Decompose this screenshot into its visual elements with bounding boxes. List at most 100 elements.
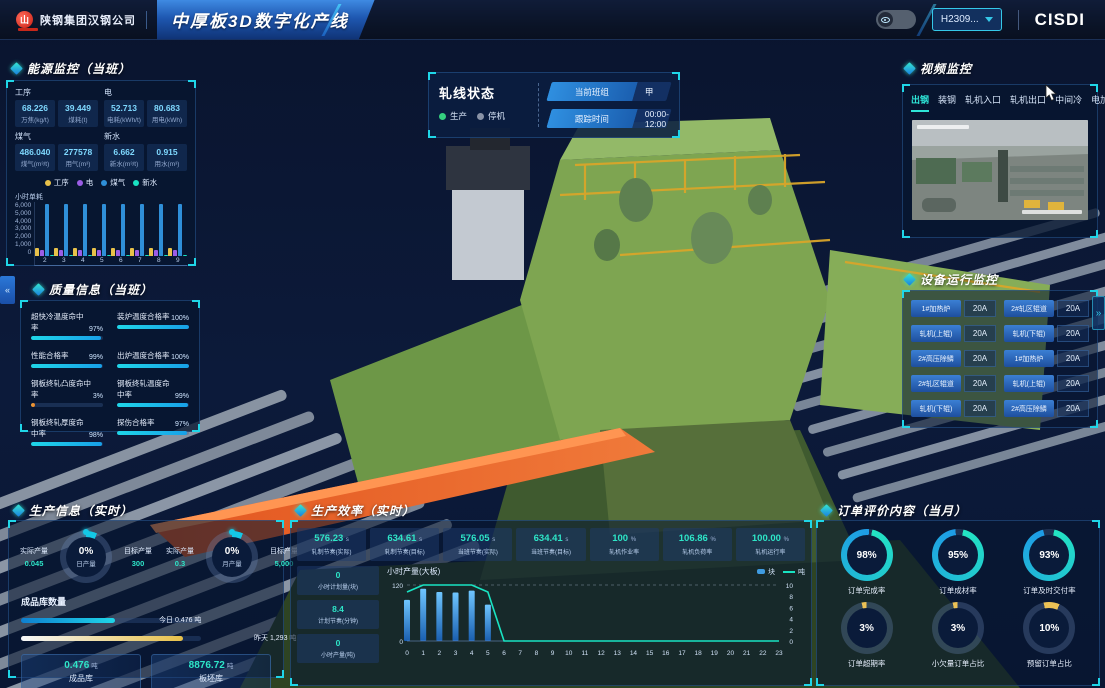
bar-group: 7	[130, 202, 149, 265]
device-current-value: 20A	[1057, 325, 1089, 342]
output-chart: 0123456789101112131415161718192021222312…	[387, 577, 805, 673]
device-name-chip[interactable]: 轧机(上辊)	[1004, 375, 1054, 392]
corner-decoration	[1090, 420, 1098, 428]
side-stat-card: 0小时产量(吨)	[297, 634, 379, 663]
tab-camera-5[interactable]: 电加热	[1091, 93, 1105, 112]
device-panel: 1#加热炉20A 2#轧区辊道20A 轧机(上辊)20A 轧机(下辊)20A 2…	[902, 290, 1098, 428]
tab-camera-2[interactable]: 轧机入口	[965, 93, 1001, 112]
video-still	[912, 120, 1088, 220]
corner-decoration	[290, 678, 298, 686]
green-dot-icon	[439, 113, 446, 120]
energy-cell: 486.040煤气(m³/t)	[15, 144, 55, 171]
device-name-chip[interactable]: 2#高压除鳞	[911, 350, 961, 367]
heat-number-dropdown[interactable]: H2309...	[932, 8, 1002, 31]
efficiency-stat-card: 576.05 s当班节奏(实际)	[443, 528, 512, 561]
corner-decoration	[188, 258, 196, 266]
order-gauge: 10% 预留订单占比	[1006, 602, 1093, 669]
bar-煤气	[140, 204, 144, 256]
axis-tick: 8	[535, 650, 539, 657]
quality-item: 性能合格率99%	[31, 350, 103, 368]
device-row: 轧机(下辊)20A	[911, 400, 996, 417]
device-name-chip[interactable]: 2#轧区辊道	[911, 375, 961, 392]
collapse-panel-button[interactable]: «	[0, 276, 15, 304]
bar-电	[116, 250, 120, 256]
company-name: 陕钢集团汉钢公司	[40, 12, 136, 28]
diamond-icon	[12, 504, 25, 517]
legend-dot-icon	[101, 180, 107, 186]
corner-decoration	[1090, 84, 1098, 92]
energy-cell: 39.449煤耗(t)	[58, 100, 98, 127]
corner-decoration	[1092, 678, 1100, 686]
corner-decoration	[6, 258, 14, 266]
axis-tick: 10	[565, 650, 573, 657]
diamond-icon	[903, 62, 916, 75]
device-name-chip[interactable]: 2#轧区辊道	[1004, 300, 1054, 317]
energy-group: 工序 68.226万焦(kg/t) 39.449煤耗(t)	[15, 87, 98, 127]
energy-chart-ylabel: 小时单耗	[15, 192, 195, 202]
orders-panel: 98% 订单完成率 95% 订单成材率 93% 订单及时交付率 3% 订单超期率…	[816, 520, 1100, 686]
camera-video-feed[interactable]	[912, 120, 1088, 220]
slab-stock-card: 8876.72吨 板坯库	[151, 654, 271, 688]
bar	[420, 589, 426, 641]
axis-tick: 12	[597, 650, 605, 657]
bar-电	[135, 250, 139, 256]
tab-camera-4[interactable]: 中间冷	[1055, 93, 1082, 112]
corner-decoration	[20, 424, 28, 432]
header-divider	[1018, 10, 1019, 30]
energy-panel: 工序 68.226万焦(kg/t) 39.449煤耗(t) 电 52.713电耗…	[6, 80, 196, 266]
mouse-cursor	[1045, 84, 1059, 102]
axis-tick: 5	[486, 650, 490, 657]
legend-dot-icon	[77, 180, 83, 186]
axis-tick: 0	[789, 639, 793, 646]
legend-item: 煤气	[101, 177, 125, 188]
bar-电	[78, 250, 82, 256]
corner-decoration	[804, 678, 812, 686]
production-panel: 实际产量0.045 0%日产量 目标产量300 实际产量0.3 0%月产量 目标…	[8, 520, 284, 678]
device-row: 轧机(上辊)20A	[1004, 375, 1089, 392]
device-name-chip[interactable]: 1#加热炉	[1004, 350, 1054, 367]
legend-dot-icon	[45, 180, 51, 186]
tab-camera-1[interactable]: 装钢	[938, 93, 956, 112]
device-name-chip[interactable]: 2#高压除鳞	[1004, 400, 1054, 417]
expand-panel-button[interactable]: »	[1092, 296, 1105, 330]
legend-item: 吨	[783, 567, 805, 577]
device-name-chip[interactable]: 轧机(下辊)	[1004, 325, 1054, 342]
axis-tick: 5,000	[15, 210, 31, 217]
bar-电	[97, 250, 101, 256]
video-panel: 出钢 装钢 轧机入口 轧机出口 中间冷 电加热	[902, 84, 1098, 238]
company-logo-box: 山 陕钢集团汉钢公司	[0, 11, 136, 28]
device-name-chip[interactable]: 轧机(下辊)	[911, 400, 961, 417]
axis-tick: 4,000	[15, 218, 31, 225]
device-current-value: 20A	[964, 300, 996, 317]
efficiency-stat-card: 100.00 %轧机运行率	[736, 528, 805, 561]
diamond-icon	[294, 504, 307, 517]
axis-tick: 13	[614, 650, 622, 657]
device-current-value: 20A	[964, 375, 996, 392]
device-row: 2#高压除鳞20A	[911, 350, 996, 367]
bar-工序	[73, 248, 77, 256]
corner-decoration	[276, 670, 284, 678]
axis-tick: 16	[662, 650, 670, 657]
diamond-icon	[32, 283, 45, 296]
axis-tick: 17	[678, 650, 686, 657]
camera-osd-text	[917, 125, 969, 129]
stock-bar-today: 今日 0.476 吨	[21, 614, 271, 628]
corner-decoration	[1090, 230, 1098, 238]
logo-underline	[18, 28, 38, 31]
device-name-chip[interactable]: 轧机(上辊)	[911, 325, 961, 342]
axis-tick: 2,000	[15, 233, 31, 240]
axis-tick: 120	[392, 583, 403, 590]
device-current-value: 20A	[964, 400, 996, 417]
tab-camera-3[interactable]: 轧机出口	[1010, 93, 1046, 112]
bar	[485, 605, 491, 641]
axis-tick: 4	[470, 650, 474, 657]
efficiency-stat-card: 106.86 %轧机负荷率	[663, 528, 732, 561]
tab-camera-0[interactable]: 出钢	[911, 93, 929, 112]
energy-group: 电 52.713电耗(kWh/t) 80.683用电(kWh)	[104, 87, 187, 127]
device-name-chip[interactable]: 1#加热炉	[911, 300, 961, 317]
bar	[469, 591, 475, 641]
axis-tick: 6,000	[15, 202, 31, 209]
device-current-value: 20A	[1057, 375, 1089, 392]
visibility-toggle[interactable]	[876, 10, 916, 29]
app-header: 山 陕钢集团汉钢公司 中厚板3D数字化产线 H2309... CISDI	[0, 0, 1105, 40]
